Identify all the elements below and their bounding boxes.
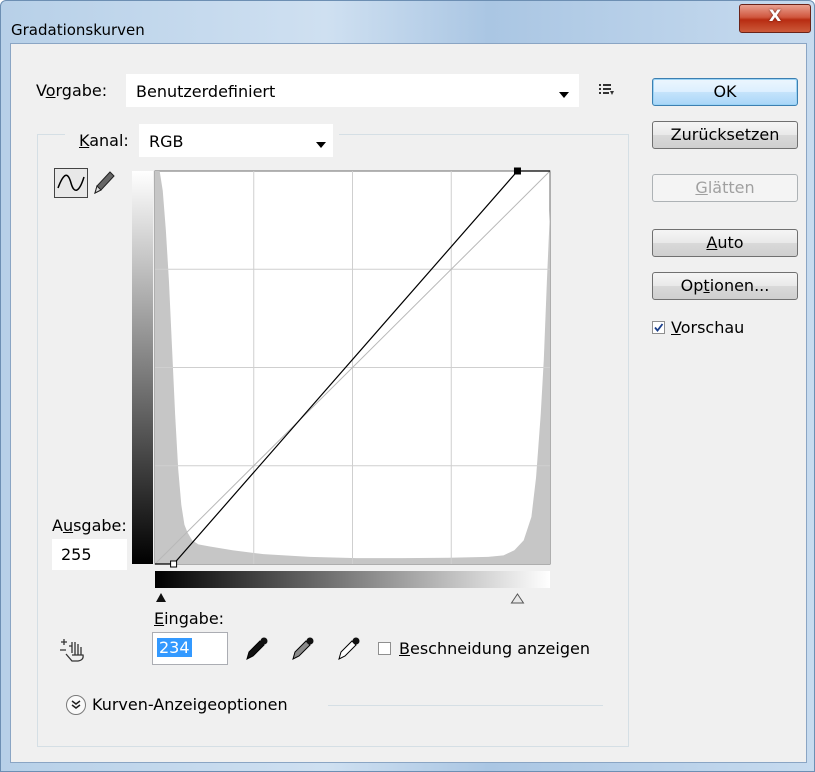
gray-eyedropper-icon[interactable] <box>290 636 316 662</box>
curve-point <box>513 167 521 175</box>
output-label: Ausgabe: <box>52 516 127 535</box>
groupbox-border <box>37 746 629 747</box>
preview-checkbox[interactable] <box>652 321 665 334</box>
preset-list-icon[interactable] <box>599 82 615 96</box>
input-field[interactable]: 234 <box>152 632 228 665</box>
preset-dropdown[interactable]: Benutzerdefiniert <box>126 74 579 107</box>
auto-button-label: Auto <box>706 233 744 252</box>
close-icon: X <box>768 6 782 25</box>
pencil-tool-icon[interactable] <box>91 169 117 197</box>
curve-point <box>170 560 178 568</box>
input-value: 234 <box>157 638 192 657</box>
smooth-button-label: Glätten <box>695 178 755 197</box>
display-options-separator <box>328 705 603 706</box>
channel-value: RGB <box>149 132 184 151</box>
preview-label[interactable]: Vorschau <box>671 318 744 337</box>
groupbox-border <box>339 134 628 135</box>
show-clipping-checkbox[interactable] <box>378 642 391 655</box>
white-eyedropper-icon[interactable] <box>336 636 362 662</box>
output-field[interactable]: 255 <box>52 539 127 570</box>
groupbox-border <box>37 134 65 135</box>
output-value: 255 <box>61 545 92 564</box>
white-point-slider <box>510 593 525 604</box>
channel-label: Kanal: <box>79 131 129 150</box>
input-sliders[interactable] <box>156 593 525 604</box>
dialog-client-area: Vorgabe: Benutzerdefiniert Kanal: RGB Au… <box>10 43 807 763</box>
dialog-window: Gradationskurven X Vorgabe: Benutzerdefi… <box>0 0 815 772</box>
input-gradient-bar <box>155 571 550 588</box>
preset-value: Benutzerdefiniert <box>136 82 276 101</box>
reset-button-label: Zurücksetzen <box>670 125 780 144</box>
preset-label: Vorgabe: <box>36 81 108 100</box>
reset-button[interactable]: Zurücksetzen <box>652 121 798 149</box>
show-clipping-label[interactable]: Beschneidung anzeigen <box>399 639 590 658</box>
expand-chevron-icon[interactable] <box>65 694 87 716</box>
curve-tool-icon[interactable] <box>54 168 88 198</box>
auto-button[interactable]: Auto <box>652 229 798 257</box>
options-button[interactable]: Optionen... <box>652 272 798 300</box>
chevron-down-icon <box>316 142 326 148</box>
window-title: Gradationskurven <box>11 21 145 39</box>
groupbox-border <box>37 134 38 746</box>
smooth-button[interactable]: Glätten <box>652 174 798 202</box>
display-options-label[interactable]: Kurven-Anzeigeoptionen <box>92 695 288 714</box>
options-button-label: Optionen... <box>680 276 770 295</box>
close-button[interactable]: X <box>739 4 811 33</box>
title-bar[interactable]: Gradationskurven X <box>1 1 814 43</box>
channel-dropdown[interactable]: RGB <box>139 124 333 157</box>
checkmark-icon <box>654 323 664 332</box>
hand-adjust-icon[interactable] <box>58 636 92 662</box>
black-eyedropper-icon[interactable] <box>244 636 270 662</box>
groupbox-border <box>628 134 629 746</box>
ok-button[interactable]: OK <box>652 78 798 106</box>
output-gradient-bar <box>132 171 153 564</box>
curves-graph[interactable] <box>128 166 558 606</box>
chevron-down-icon <box>559 92 569 98</box>
ok-button-label: OK <box>713 82 737 101</box>
input-label: Eingabe: <box>154 609 225 628</box>
black-point-slider <box>156 593 166 602</box>
